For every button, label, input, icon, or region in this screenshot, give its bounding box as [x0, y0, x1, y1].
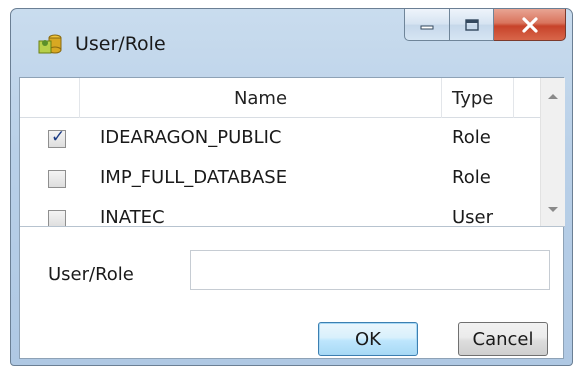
- row-name: INATEC: [100, 207, 165, 227]
- grid-header: Name Type: [20, 78, 540, 118]
- user-role-grid[interactable]: Name Type ✓ IDEARAGON_PUBLIC Role IMP_FU…: [20, 78, 565, 227]
- column-header-check[interactable]: [20, 78, 80, 118]
- cancel-button[interactable]: Cancel: [458, 322, 548, 356]
- scroll-up-icon[interactable]: [548, 94, 558, 99]
- maximize-button[interactable]: [450, 9, 494, 41]
- row-type: Role: [452, 127, 491, 148]
- row-checkbox[interactable]: [48, 170, 66, 188]
- scroll-down-icon[interactable]: [548, 207, 558, 212]
- database-icon: [38, 34, 62, 54]
- ok-button[interactable]: OK: [318, 322, 418, 356]
- row-name: IMP_FULL_DATABASE: [100, 167, 288, 188]
- table-row[interactable]: INATEC User: [20, 198, 540, 227]
- table-row[interactable]: IMP_FULL_DATABASE Role: [20, 158, 540, 198]
- vertical-scrollbar[interactable]: [540, 78, 565, 226]
- caption-buttons: [404, 9, 566, 43]
- minimize-button[interactable]: [404, 9, 450, 41]
- user-role-dialog: User/Role Name Type ✓ IDEARAGON_PUBLIC R…: [10, 8, 573, 366]
- user-role-label: User/Role: [48, 264, 134, 285]
- row-checkbox[interactable]: [48, 210, 66, 226]
- column-header-name[interactable]: Name: [80, 78, 442, 118]
- row-type: Role: [452, 167, 491, 188]
- row-checkbox[interactable]: ✓: [48, 127, 66, 148]
- maximize-icon: [464, 18, 479, 31]
- dialog-content: Name Type ✓ IDEARAGON_PUBLIC Role IMP_FU…: [19, 77, 565, 359]
- column-header-type[interactable]: Type: [442, 78, 514, 118]
- row-name: IDEARAGON_PUBLIC: [100, 127, 282, 148]
- table-row[interactable]: ✓ IDEARAGON_PUBLIC Role: [20, 118, 540, 158]
- checkmark-icon: ✓: [51, 127, 66, 147]
- user-role-input[interactable]: [190, 250, 550, 290]
- title-bar[interactable]: User/Role: [11, 9, 572, 77]
- row-type: User: [452, 207, 494, 227]
- minimize-icon: [420, 25, 434, 29]
- close-icon: [521, 16, 538, 33]
- window-title: User/Role: [75, 33, 166, 55]
- close-button[interactable]: [494, 9, 566, 41]
